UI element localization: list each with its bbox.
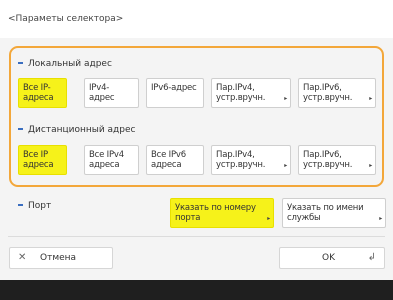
bottom-status-bar [0, 280, 393, 300]
bullet-icon [18, 127, 23, 130]
header: <Параметы селектора> [0, 0, 393, 38]
remote-ipv6-manual-button[interactable]: Пар.IPv6, устр.вручн. ▸ [298, 145, 376, 175]
chevron-icon: ▸ [284, 162, 287, 169]
cancel-button[interactable]: ✕ Отмена [9, 247, 113, 269]
page-title: <Параметы селектора> [8, 14, 124, 24]
bullet-icon [18, 61, 23, 64]
divider [8, 236, 385, 237]
remote-ipv4-button[interactable]: Все IPv4 адреса [84, 145, 139, 175]
local-ipv4-manual-button[interactable]: Пар.IPv4, устр.вручн. ▸ [211, 78, 291, 108]
chevron-icon: ▸ [284, 95, 287, 102]
remote-address-label: Дистанционный адрес [18, 125, 135, 135]
remote-ipv4-manual-button[interactable]: Пар.IPv4, устр.вручн. ▸ [211, 145, 291, 175]
remote-all-ip-button[interactable]: Все IP адреса [18, 145, 67, 175]
local-ipv4-button[interactable]: IPv4-адрес [84, 78, 139, 108]
local-ipv6-button[interactable]: IPv6-адрес [146, 78, 204, 108]
port-by-number-button[interactable]: Указать по номеру порта ▸ [170, 198, 274, 228]
local-address-label: Локальный адрес [18, 59, 112, 69]
bullet-icon [18, 203, 23, 206]
local-all-ip-button[interactable]: Все IP-адреса [18, 78, 67, 108]
remote-ipv6-button[interactable]: Все IPv6 адреса [146, 145, 204, 175]
chevron-icon: ▸ [369, 95, 372, 102]
chevron-icon: ▸ [369, 162, 372, 169]
close-icon: ✕ [18, 252, 27, 263]
chevron-icon: ▸ [267, 215, 270, 222]
ok-button[interactable]: OK ↲ [279, 247, 385, 269]
port-by-service-button[interactable]: Указать по имени службы ▸ [282, 198, 386, 228]
port-label: Порт [18, 201, 51, 211]
enter-icon: ↲ [367, 252, 376, 263]
local-ipv6-manual-button[interactable]: Пар.IPv6, устр.вручн. ▸ [298, 78, 376, 108]
chevron-icon: ▸ [379, 215, 382, 222]
